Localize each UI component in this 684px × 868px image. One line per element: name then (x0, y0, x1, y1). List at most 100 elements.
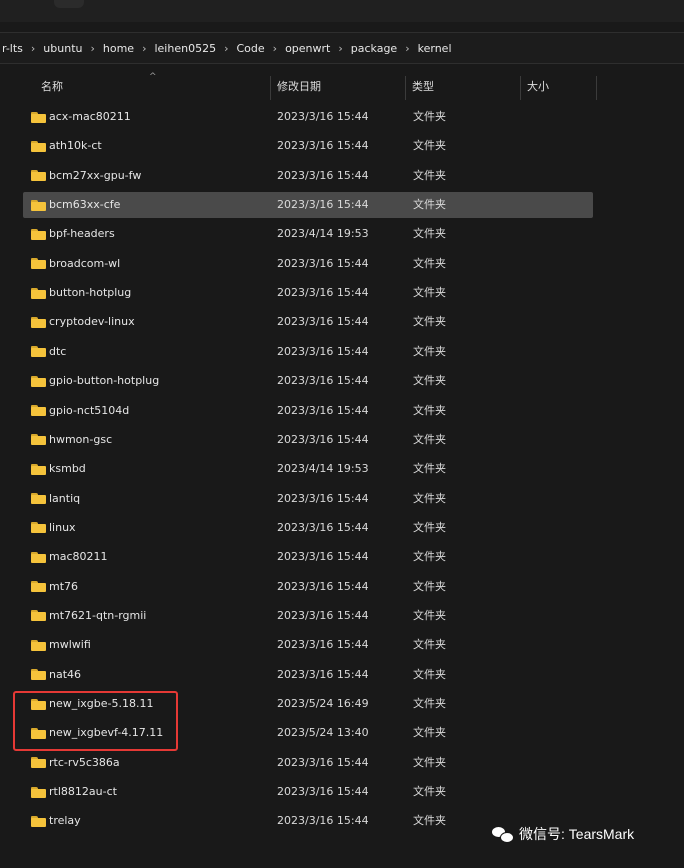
file-row[interactable]: cryptodev-linux 2023/3/16 15:44 文件夹 (23, 309, 593, 335)
file-name-cell: mwlwifi (31, 632, 91, 658)
file-type: 文件夹 (413, 374, 446, 388)
file-row[interactable]: dtc 2023/3/16 15:44 文件夹 (23, 339, 593, 365)
file-row[interactable]: rtl8812au-ct 2023/3/16 15:44 文件夹 (23, 779, 593, 805)
breadcrumb-item[interactable]: openwrt (282, 42, 333, 55)
file-name-cell: bpf-headers (31, 221, 115, 247)
file-row[interactable]: acx-mac80211 2023/3/16 15:44 文件夹 (23, 104, 593, 130)
file-name: nat46 (49, 667, 82, 681)
breadcrumb-separator-icon[interactable]: › (400, 42, 414, 55)
file-row[interactable]: mwlwifi 2023/3/16 15:44 文件夹 (23, 632, 593, 658)
folder-icon (31, 375, 46, 387)
folder-icon (31, 639, 46, 651)
column-header-size[interactable]: 大小 (527, 72, 549, 102)
file-row[interactable]: mt7621-qtn-rgmii 2023/3/16 15:44 文件夹 (23, 603, 593, 629)
file-type: 文件夹 (413, 579, 446, 593)
file-row[interactable]: broadcom-wl 2023/3/16 15:44 文件夹 (23, 251, 593, 277)
file-date: 2023/3/16 15:44 (277, 755, 369, 769)
folder-icon (31, 140, 46, 152)
file-date: 2023/3/16 15:44 (277, 110, 369, 123)
breadcrumb-separator-icon[interactable]: › (333, 42, 347, 55)
address-bar[interactable]: r-lts › ubuntu › home › leihen0525 › Code › openwr… (0, 32, 684, 64)
file-name: cryptodev-linux (49, 315, 135, 329)
file-date: 2023/3/16 15:44 (277, 286, 369, 300)
breadcrumb-item[interactable]: home (100, 42, 137, 55)
file-name: mac80211 (49, 550, 108, 564)
file-name: linux (49, 520, 76, 534)
file-type: 文件夹 (413, 315, 446, 329)
highlight-box (13, 691, 178, 751)
file-name-cell: rtc-rv5c386a (31, 750, 120, 776)
file-name-cell: dtc (31, 339, 66, 365)
file-row[interactable]: bcm63xx-cfe 2023/3/16 15:44 文件夹 (23, 192, 593, 219)
file-row[interactable]: gpio-button-hotplug 2023/3/16 15:44 文件夹 (23, 368, 593, 394)
file-row[interactable]: bcm27xx-gpu-fw 2023/3/16 15:44 文件夹 (23, 163, 593, 189)
breadcrumb-separator-icon[interactable]: › (268, 42, 282, 55)
file-date: 2023/3/16 15:44 (277, 785, 369, 799)
file-date: 2023/3/16 15:44 (277, 579, 369, 593)
folder-icon (31, 199, 46, 211)
file-name-cell: broadcom-wl (31, 251, 120, 277)
file-date: 2023/3/16 15:44 (277, 374, 369, 388)
file-type: 文件夹 (413, 726, 446, 740)
breadcrumb-separator-icon[interactable]: › (85, 42, 99, 55)
breadcrumb-item[interactable]: leihen0525 (151, 42, 219, 55)
file-date: 2023/3/16 15:44 (277, 667, 369, 681)
file-type: 文件夹 (413, 755, 446, 769)
breadcrumb-item[interactable]: Code (233, 42, 267, 55)
file-name-cell: gpio-nct5104d (31, 398, 129, 424)
folder-icon (31, 522, 46, 534)
file-row[interactable]: hwmon-gsc 2023/3/16 15:44 文件夹 (23, 427, 593, 453)
file-row[interactable]: linux 2023/3/16 15:44 文件夹 (23, 515, 593, 541)
column-header-name[interactable]: 名称 (41, 72, 63, 102)
breadcrumb-separator-icon[interactable]: › (219, 42, 233, 55)
file-type: 文件夹 (413, 520, 446, 534)
file-date: 2023/4/14 19:53 (277, 462, 369, 476)
file-name-cell: ath10k-ct (31, 133, 102, 159)
column-divider[interactable] (596, 76, 597, 100)
file-date: 2023/3/16 15:44 (277, 814, 369, 828)
file-type: 文件夹 (413, 256, 446, 270)
breadcrumb-item[interactable]: r-lts (0, 42, 26, 55)
file-date: 2023/3/16 15:44 (277, 432, 369, 446)
folder-icon (31, 463, 46, 475)
file-name-cell: mt7621-qtn-rgmii (31, 603, 146, 629)
file-type: 文件夹 (413, 462, 446, 476)
file-row[interactable]: bpf-headers 2023/4/14 19:53 文件夹 (23, 221, 593, 247)
folder-icon (31, 610, 46, 622)
column-header-type[interactable]: 类型 (412, 72, 434, 102)
file-row[interactable]: gpio-nct5104d 2023/3/16 15:44 文件夹 (23, 398, 593, 424)
file-name: mt7621-qtn-rgmii (49, 608, 147, 622)
breadcrumb-separator-icon[interactable]: › (26, 42, 40, 55)
file-name-cell: acx-mac80211 (31, 104, 131, 130)
file-date: 2023/3/16 15:44 (277, 315, 369, 329)
file-name: gpio-nct5104d (49, 403, 130, 417)
file-row[interactable]: rtc-rv5c386a 2023/3/16 15:44 文件夹 (23, 750, 593, 776)
file-name: mt76 (49, 579, 79, 593)
file-name: button-hotplug (49, 286, 132, 300)
column-divider[interactable] (520, 76, 521, 100)
column-header-date[interactable]: 修改日期 (277, 72, 321, 102)
file-name-cell: linux (31, 515, 76, 541)
file-row[interactable]: nat46 2023/3/16 15:44 文件夹 (23, 662, 593, 688)
folder-icon (31, 581, 46, 593)
watermark-text: 微信号: TearsMark (519, 826, 635, 842)
file-name-cell: bcm27xx-gpu-fw (31, 163, 141, 189)
file-name-cell: cryptodev-linux (31, 309, 135, 335)
file-row[interactable]: ath10k-ct 2023/3/16 15:44 文件夹 (23, 133, 593, 159)
file-row[interactable]: mac80211 2023/3/16 15:44 文件夹 (23, 544, 593, 570)
breadcrumb-item[interactable]: kernel (415, 42, 455, 55)
column-divider[interactable] (405, 76, 406, 100)
breadcrumb-item[interactable]: ubuntu (40, 42, 85, 55)
toolbar-button[interactable] (54, 0, 84, 8)
breadcrumb-separator-icon[interactable]: › (137, 42, 151, 55)
breadcrumb-item[interactable]: package (348, 42, 400, 55)
file-row[interactable]: ksmbd 2023/4/14 19:53 文件夹 (23, 456, 593, 482)
file-row[interactable]: mt76 2023/3/16 15:44 文件夹 (23, 574, 593, 600)
folder-icon (31, 316, 46, 328)
file-row[interactable]: button-hotplug 2023/3/16 15:44 文件夹 (23, 280, 593, 306)
file-date: 2023/3/16 15:44 (277, 491, 369, 505)
toolbar (0, 0, 684, 22)
file-name: ksmbd (49, 462, 86, 476)
column-divider[interactable] (270, 76, 271, 100)
file-row[interactable]: lantiq 2023/3/16 15:44 文件夹 (23, 486, 593, 512)
